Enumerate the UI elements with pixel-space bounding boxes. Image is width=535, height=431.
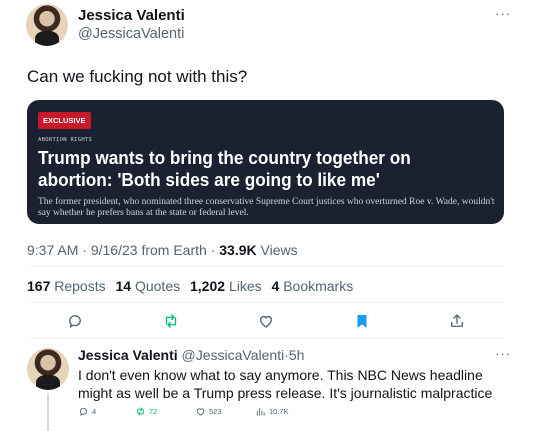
engagement-stats: 167 Reposts 14 Quotes 1,202 Likes 4 Book… [27, 278, 359, 294]
views-icon [256, 408, 265, 416]
reply-author-handle[interactable]: @JessicaValenti [182, 347, 285, 363]
repost-icon [137, 407, 144, 416]
tweet-date[interactable]: 9/16/23 [91, 242, 138, 258]
exclusive-badge: EXCLUSIVE [38, 112, 91, 129]
more-options-icon[interactable]: ··· [495, 6, 511, 21]
tweet-time[interactable]: 9:37 AM [27, 242, 78, 258]
more-options-icon[interactable]: ··· [495, 346, 511, 361]
like-icon [196, 408, 205, 416]
author-name[interactable]: Jessica Valenti [78, 7, 185, 24]
reply-replies-button[interactable]: 4 [78, 406, 96, 417]
card-kicker: ABORTION RIGHTS [38, 137, 93, 143]
reposts-count: 72 [149, 407, 158, 416]
card-headline: Trump wants to bring the country togethe… [38, 147, 411, 190]
tweet-source: from Earth [141, 242, 207, 258]
repost-icon[interactable] [162, 312, 180, 330]
replies-count: 4 [92, 407, 97, 416]
reply-author-name[interactable]: Jessica Valenti [78, 347, 178, 363]
reply-icon[interactable] [66, 312, 84, 330]
tweet-meta: 9:37 AM · 9/16/23 from Earth · 33.9K Vie… [27, 242, 298, 258]
author-avatar[interactable] [26, 4, 68, 46]
reposts-stat[interactable]: 167 Reposts [27, 278, 106, 294]
quotes-stat[interactable]: 14 Quotes [116, 278, 181, 294]
like-icon[interactable] [257, 312, 275, 330]
author-handle[interactable]: @JessicaValenti [78, 26, 184, 42]
bookmark-icon[interactable] [353, 312, 371, 330]
divider [27, 338, 505, 339]
thread-line [47, 394, 49, 431]
link-card[interactable]: EXCLUSIVE ABORTION RIGHTS Trump wants to… [27, 100, 504, 224]
reply-text: I don't even know what to say anymore. T… [78, 367, 493, 401]
reply-views-button[interactable]: 10.7K [255, 406, 289, 417]
reply-likes-button[interactable]: 523 [195, 406, 222, 417]
likes-count: 523 [209, 407, 222, 416]
reply-icon [79, 407, 88, 416]
tweet-text: Can we fucking not with this? [27, 67, 248, 86]
card-dek: The former president, who nominated thre… [38, 197, 495, 218]
bookmarks-stat[interactable]: 4 Bookmarks [272, 278, 354, 294]
divider [27, 266, 505, 267]
reply-age[interactable]: 5h [289, 347, 305, 363]
share-icon[interactable] [448, 312, 466, 330]
divider [27, 302, 505, 303]
reply-author-avatar[interactable] [27, 348, 69, 390]
views-count: 10.7K [269, 407, 289, 416]
reply-reposts-button[interactable]: 72 [135, 406, 157, 417]
likes-stat[interactable]: 1,202 Likes [190, 278, 262, 294]
views-label: Views [260, 242, 298, 258]
reply-header: Jessica Valenti @JessicaValenti·5h [78, 347, 304, 363]
views-count: 33.9K [219, 242, 257, 258]
